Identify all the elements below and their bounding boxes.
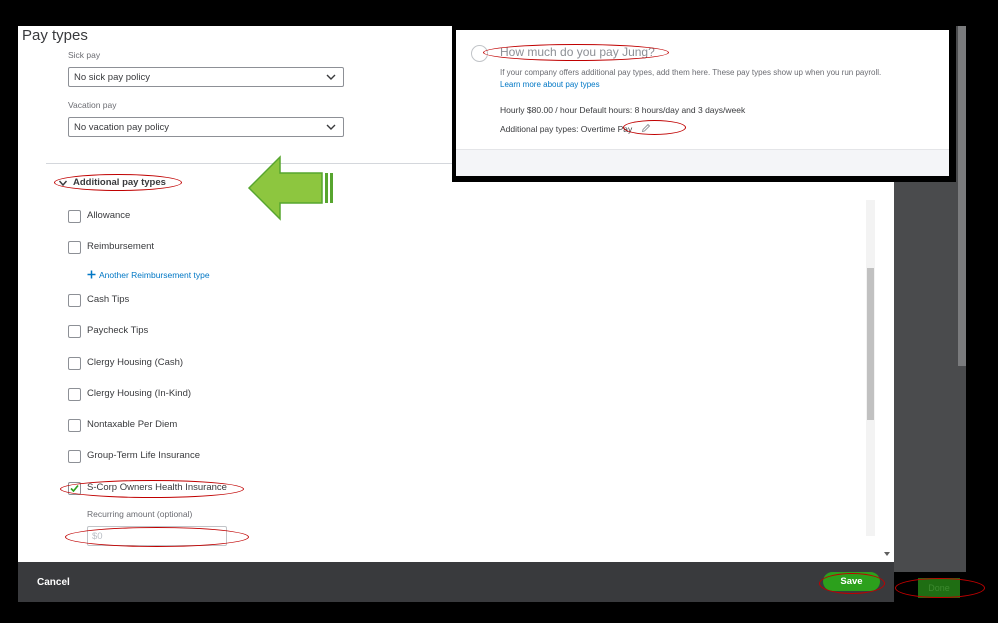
annotation-circle <box>65 527 249 547</box>
checkbox-label: Cash Tips <box>87 294 130 305</box>
checkbox-label: Group-Term Life Insurance <box>87 450 200 461</box>
checkbox[interactable] <box>68 325 81 338</box>
checkbox-label: Clergy Housing (In-Kind) <box>87 388 192 399</box>
checkbox-label: Reimbursement <box>87 241 155 252</box>
dialog-footer: Cancel Save <box>18 562 894 602</box>
checkbox[interactable] <box>68 450 81 463</box>
checkbox[interactable] <box>68 419 81 432</box>
vacation-pay-value: No vacation pay policy <box>74 122 170 133</box>
checkbox-label: Paycheck Tips <box>87 325 149 336</box>
annotation-circle <box>54 174 182 191</box>
checkbox-label: Clergy Housing (Cash) <box>87 357 184 368</box>
chevron-down-icon <box>326 74 336 80</box>
checkbox-label: Allowance <box>87 210 131 221</box>
page-title: Pay types <box>22 27 88 44</box>
link-text: Another Reimbursement type <box>99 270 210 280</box>
scroll-down-icon[interactable] <box>883 551 891 557</box>
annotation-circle <box>819 573 885 594</box>
pay-rate-summary: Hourly $80.00 / hour Default hours: 8 ho… <box>500 105 746 115</box>
inset-footer <box>456 149 949 176</box>
sick-pay-select[interactable]: No sick pay policy <box>68 67 344 87</box>
arrow-left-icon <box>247 155 333 221</box>
vacation-pay-label: Vacation pay <box>68 100 117 110</box>
plus-icon <box>87 270 96 279</box>
annotation-circle <box>895 578 985 598</box>
checkbox[interactable] <box>68 357 81 370</box>
checkbox[interactable] <box>68 388 81 401</box>
inset-description: If your company offers additional pay ty… <box>500 68 882 77</box>
annotation-circle <box>60 480 244 498</box>
checkbox[interactable] <box>68 210 81 223</box>
inset-screenshot: How much do you pay Jung? If your compan… <box>452 26 956 182</box>
recurring-amount-label: Recurring amount (optional) <box>87 509 193 519</box>
sick-pay-value: No sick pay policy <box>74 72 151 83</box>
additional-pay-types-text: Additional pay types: Overtime Pay <box>500 124 633 134</box>
checkbox[interactable] <box>68 241 81 254</box>
scrollbar-thumb[interactable] <box>867 268 874 420</box>
chevron-down-icon <box>326 124 336 130</box>
background-scrollbar[interactable] <box>958 26 966 366</box>
sick-pay-label: Sick pay <box>68 50 101 60</box>
learn-more-link[interactable]: Learn more about pay types <box>500 80 600 89</box>
annotation-circle <box>623 120 686 135</box>
vacation-pay-select[interactable]: No vacation pay policy <box>68 117 344 137</box>
inset-card: How much do you pay Jung? If your compan… <box>456 30 949 176</box>
cancel-button[interactable]: Cancel <box>37 577 70 588</box>
checkbox[interactable] <box>68 294 81 307</box>
annotation-circle <box>483 44 669 61</box>
checkbox-label: Nontaxable Per Diem <box>87 419 178 430</box>
